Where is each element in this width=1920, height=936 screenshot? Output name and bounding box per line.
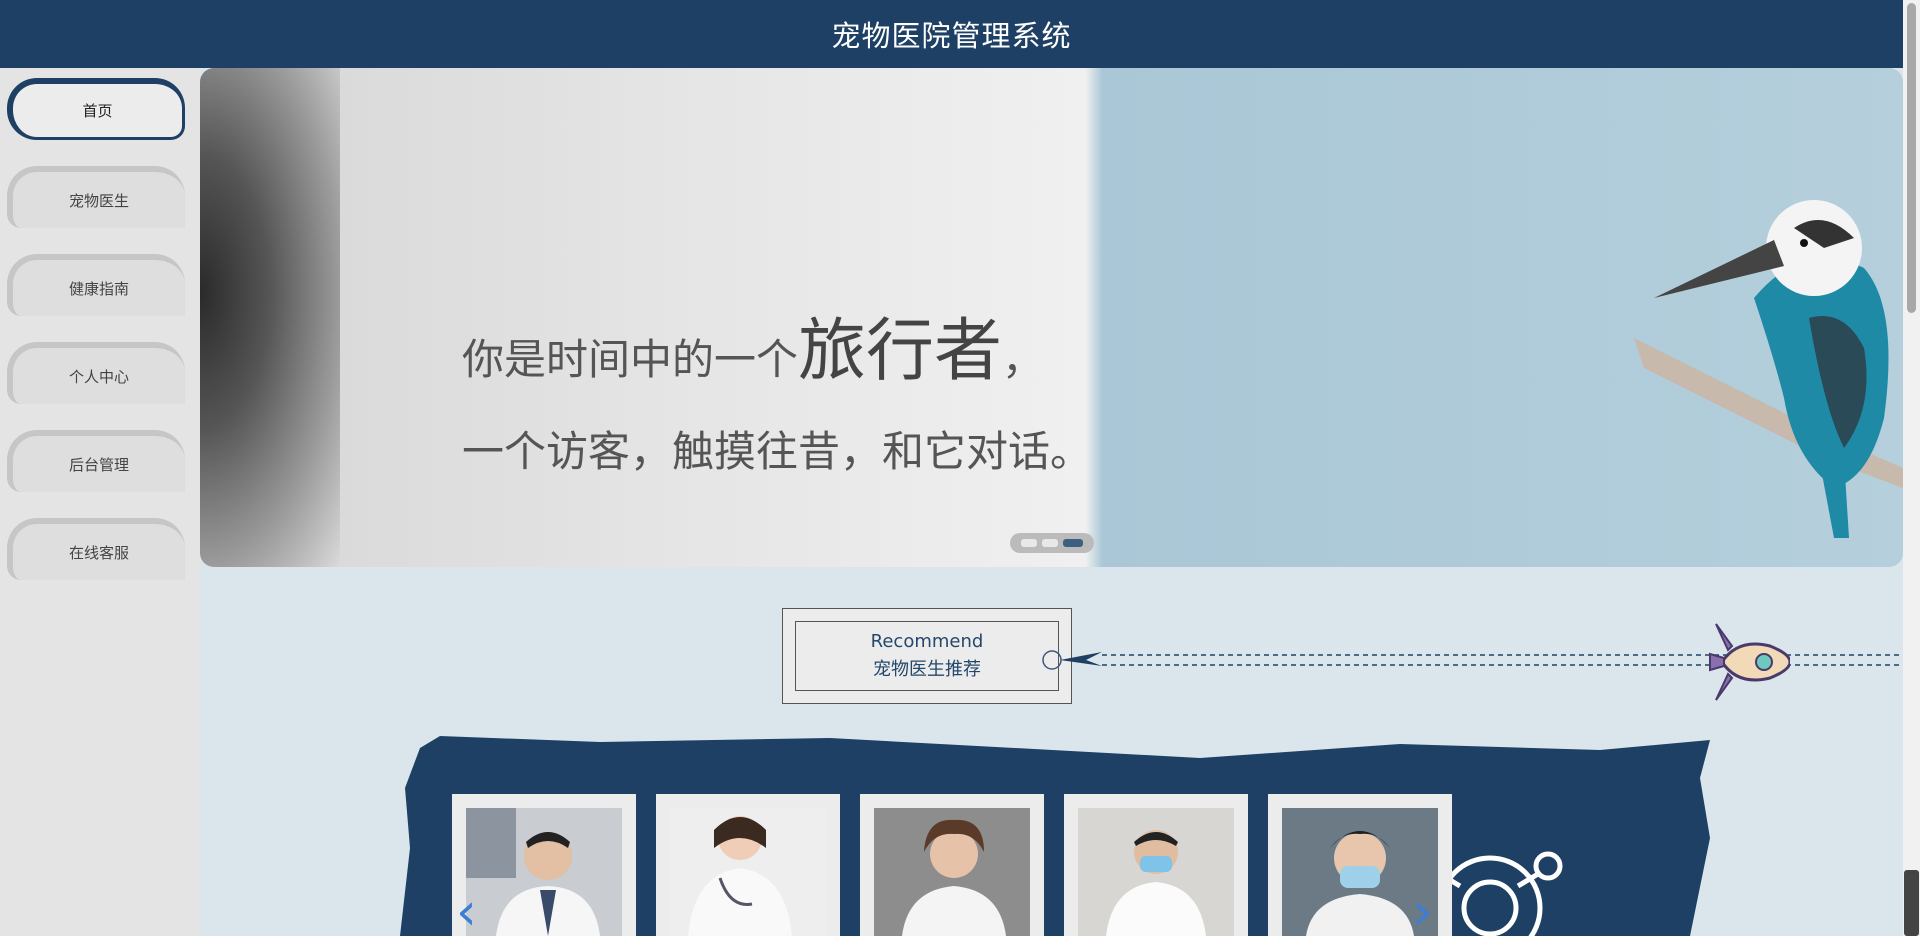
recommend-title-en: Recommend [870, 631, 984, 652]
sidebar-item-admin[interactable]: 后台管理 [7, 430, 185, 492]
doctor-photo-1 [466, 808, 622, 936]
banner-text-line2: 一个访客，触摸往昔，和它对话。 [462, 427, 1093, 476]
recommend-title-cn: 宠物医生推荐 [873, 659, 981, 680]
sidebar-item-label: 后台管理 [68, 455, 129, 474]
sidebar-item-home[interactable]: 首页 [7, 78, 185, 140]
sidebar-item-pet-doctors[interactable]: 宠物医生 [7, 166, 185, 228]
doctor-photo-3 [874, 808, 1030, 936]
doctor-carousel-next-arrow[interactable]: › [1412, 886, 1433, 936]
banner-line1-prefix: 你是时间中的一个 [462, 335, 799, 384]
sidebar-item-label: 宠物医生 [68, 191, 129, 210]
sidebar-item-health-guide[interactable]: 健康指南 [7, 254, 185, 316]
carousel-dot-3[interactable] [1063, 539, 1083, 547]
kingfisher-bird-illustration [1634, 200, 1903, 538]
doctor-photo-4 [1078, 808, 1234, 936]
sidebar-item-label: 个人中心 [68, 367, 129, 386]
doctor-card-1[interactable] [452, 794, 636, 936]
sidebar-item-personal-center[interactable]: 个人中心 [7, 342, 185, 404]
space-shuttle-icon [1709, 623, 1790, 701]
sidebar-item-online-service[interactable]: 在线客服 [7, 518, 185, 580]
banner-line1-suffix: ， [1002, 335, 1045, 384]
carousel-dot-2[interactable] [1042, 539, 1058, 547]
doctor-photo-2 [670, 808, 826, 936]
banner-line1-emphasis: 旅行者 [798, 312, 1003, 391]
app-header: 宠物医院管理系统 [0, 0, 1903, 68]
doctor-carousel-prev-arrow[interactable]: ‹ [456, 886, 477, 936]
app-title: 宠物医院管理系统 [831, 19, 1072, 53]
doctor-card-4[interactable] [1064, 794, 1248, 936]
banner-carousel[interactable]: 你是时间中的一个旅行者， 一个访客，触摸往昔，和它对话。 [200, 68, 1903, 567]
carousel-pagination [1010, 533, 1094, 553]
scrollbar-bottom-handle[interactable] [1904, 870, 1919, 936]
sidebar-nav: 首页 宠物医生 健康指南 个人中心 后台管理 在线客服 [0, 68, 200, 936]
sidebar-item-label: 首页 [82, 102, 113, 120]
page-scrollbar[interactable] [1903, 0, 1920, 936]
recommend-title-inner: Recommend 宠物医生推荐 [795, 621, 1059, 691]
banner-text-line1: 你是时间中的一个旅行者， [462, 295, 1044, 394]
carousel-dot-1[interactable] [1021, 539, 1037, 547]
recommend-title-box: Recommend 宠物医生推荐 [782, 608, 1072, 704]
main-content: 你是时间中的一个旅行者， 一个访客，触摸往昔，和它对话。 Recommend 宠… [200, 68, 1903, 936]
doctor-card-2[interactable] [656, 794, 840, 936]
cat-photo [200, 68, 340, 567]
sidebar-item-label: 健康指南 [68, 279, 129, 298]
doctor-card-3[interactable] [860, 794, 1044, 936]
scrollbar-thumb[interactable] [1907, 3, 1916, 313]
sidebar-item-label: 在线客服 [68, 543, 129, 562]
